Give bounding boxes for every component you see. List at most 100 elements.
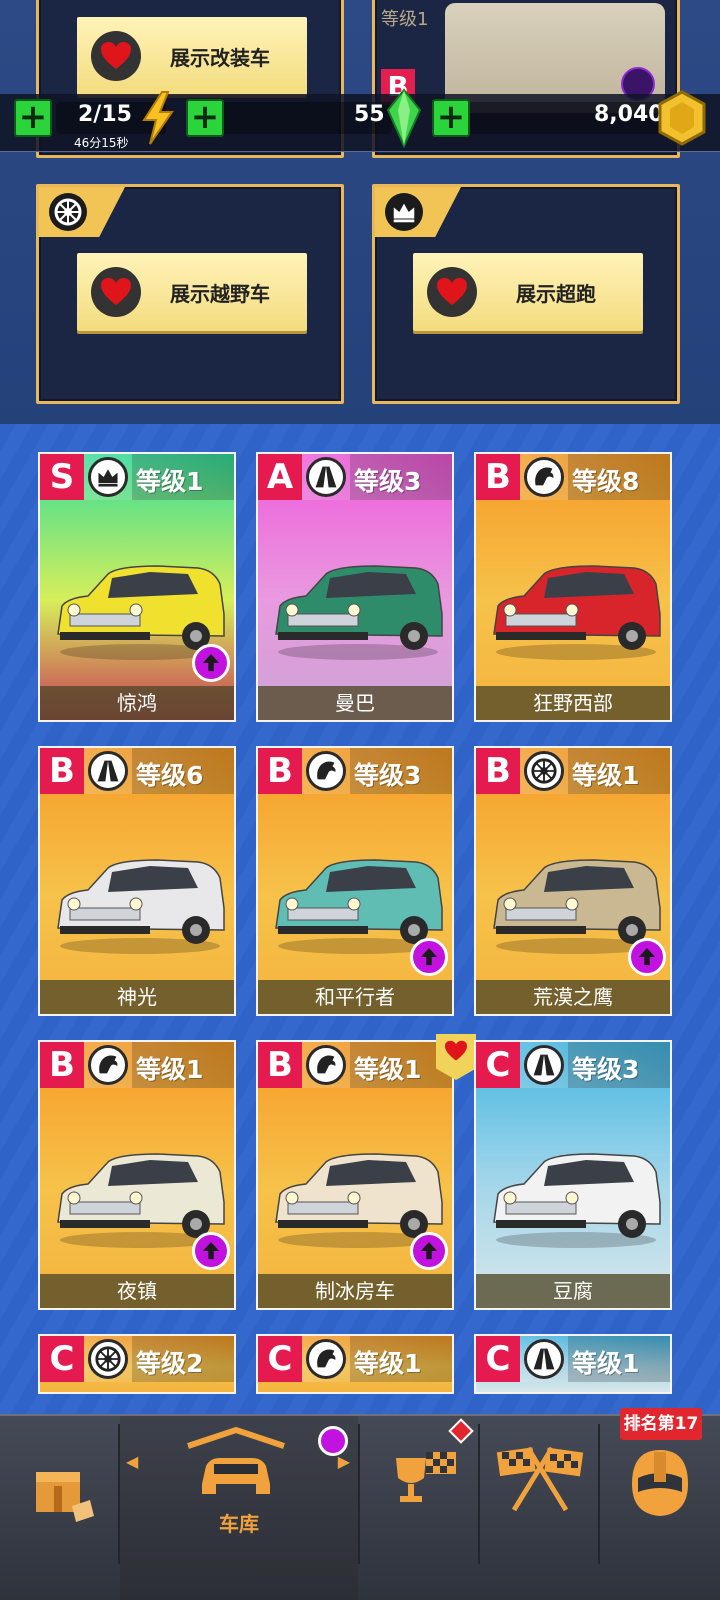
car-name: 狂野西部 <box>476 686 670 720</box>
car-card[interactable]: S 等级1 惊鸿 <box>38 452 236 722</box>
car-card[interactable]: C 等级3 豆腐 <box>474 1040 672 1310</box>
car-name: 豆腐 <box>476 1274 670 1308</box>
car-name: 惊鸿 <box>40 686 234 720</box>
car-card[interactable]: A 等级3 曼巴 <box>256 452 454 722</box>
checkered-flags-icon <box>496 1446 584 1512</box>
car-card[interactable]: B 等级6 神光 <box>38 746 236 1016</box>
energy-timer: 46分15秒 <box>74 136 129 150</box>
heart-icon <box>91 267 141 317</box>
heart-icon <box>91 31 141 81</box>
horse-icon <box>306 751 346 791</box>
class-badge: A <box>258 454 302 500</box>
nav-profile[interactable] <box>600 1416 720 1600</box>
add-energy-button[interactable]: + <box>14 99 52 137</box>
resource-bar: + 2/15 46分15秒 + 55 + 8,040 <box>0 88 720 152</box>
car-grid: S 等级1 惊鸿 A 等级3 曼巴 B 等级8 狂野西部 B 等级6 神光 B 等级3 和平行者 B 等级1 荒漠… <box>0 424 720 1424</box>
car-name: 神光 <box>40 980 234 1014</box>
car-card[interactable]: C 等级1 <box>256 1334 454 1394</box>
horse-icon <box>306 1339 346 1379</box>
car-name: 和平行者 <box>258 980 452 1014</box>
upgrade-icon <box>192 1232 230 1270</box>
car-image <box>57 859 225 954</box>
road-icon <box>88 751 128 791</box>
show-supercar-button[interactable]: 展示超跑 <box>413 253 643 331</box>
coins-value: 8,040 <box>594 102 664 127</box>
showcase-category-badge <box>39 187 125 237</box>
car-level: 等级1 <box>136 1055 204 1084</box>
class-badge: C <box>40 1336 84 1382</box>
car-name: 制冰房车 <box>258 1274 452 1308</box>
car-level: 等级1 <box>354 1055 422 1084</box>
upgrade-icon <box>410 938 448 976</box>
energy-value: 2/15 <box>78 102 132 127</box>
showcase-category-badge <box>375 187 461 237</box>
helmet-icon <box>632 1450 688 1516</box>
nav-garage[interactable]: ◀ ▶ 车库 <box>120 1416 358 1600</box>
class-badge: B <box>258 1042 302 1088</box>
class-badge: B <box>476 454 520 500</box>
showcase-area: 展示改装车 等级1 B 展示越野车 展示超跑 <box>0 0 720 424</box>
car-image <box>493 1153 661 1248</box>
chevron-left-icon[interactable]: ◀ <box>126 1452 138 1471</box>
car-image <box>275 565 443 660</box>
show-modified-car-button[interactable]: 展示改装车 <box>77 17 307 95</box>
horse-icon <box>306 1045 346 1085</box>
wheel-icon <box>524 751 564 791</box>
show-modified-car-label: 展示改装车 <box>170 45 270 70</box>
car-card[interactable]: B 等级1 荒漠之鹰 <box>474 746 672 1016</box>
add-gems-button[interactable]: + <box>186 99 224 137</box>
car-level: 等级3 <box>572 1055 640 1084</box>
nav-race[interactable] <box>480 1416 598 1600</box>
car-card[interactable]: B 等级3 和平行者 <box>256 746 454 1016</box>
show-offroad-label: 展示越野车 <box>170 281 270 306</box>
class-badge: C <box>258 1336 302 1382</box>
car-card[interactable]: C 等级1 <box>474 1334 672 1394</box>
car-level: 等级2 <box>136 1349 204 1378</box>
car-level: 等级1 <box>354 1349 422 1378</box>
car-level: 等级1 <box>572 761 640 790</box>
car-name: 荒漠之鹰 <box>476 980 670 1014</box>
upgrade-icon <box>628 938 666 976</box>
lightning-icon <box>142 91 174 145</box>
car-card[interactable]: B 等级8 狂野西部 <box>474 452 672 722</box>
car-card[interactable]: C 等级2 <box>38 1334 236 1394</box>
coin-icon <box>658 90 706 146</box>
garage-label: 车库 <box>219 1512 259 1536</box>
chevron-right-icon[interactable]: ▶ <box>338 1452 350 1471</box>
showcase-level-text: 等级1 <box>381 9 429 30</box>
road-icon <box>524 1339 564 1379</box>
upgrade-icon <box>192 644 230 682</box>
car-level: 等级1 <box>572 1349 640 1378</box>
gem-icon <box>386 88 422 148</box>
nav-shop[interactable] <box>0 1416 118 1600</box>
car-card[interactable]: B 等级1 制冰房车 <box>256 1040 454 1310</box>
class-badge: B <box>40 1042 84 1088</box>
add-coins-button[interactable]: + <box>432 99 470 137</box>
car-level: 等级3 <box>354 467 422 496</box>
nav-events[interactable] <box>360 1416 478 1600</box>
car-card[interactable]: B 等级1 夜镇 <box>38 1040 236 1310</box>
crown-icon <box>385 193 423 231</box>
car-level: 等级8 <box>572 467 640 496</box>
wheel-icon <box>88 1339 128 1379</box>
road-icon <box>524 1045 564 1085</box>
car-level: 等级3 <box>354 761 422 790</box>
car-level: 等级1 <box>136 467 204 496</box>
class-badge: S <box>40 454 84 500</box>
wheel-icon <box>49 193 87 231</box>
car-name: 曼巴 <box>258 686 452 720</box>
rank-badge: 排名第17 <box>620 1408 702 1440</box>
showcase-supercar-slot[interactable]: 展示超跑 <box>372 184 680 404</box>
garage-car-icon <box>187 1426 285 1494</box>
show-offroad-button[interactable]: 展示越野车 <box>77 253 307 331</box>
road-icon <box>306 457 346 497</box>
showcase-offroad-slot[interactable]: 展示越野车 <box>36 184 344 404</box>
class-badge: B <box>476 748 520 794</box>
upgrade-icon <box>410 1232 448 1270</box>
bottom-navigation: ◀ ▶ 车库 排名第17 <box>0 1408 720 1600</box>
class-badge: B <box>258 748 302 794</box>
horse-icon <box>88 1045 128 1085</box>
gems-value: 55 <box>354 102 385 127</box>
show-supercar-label: 展示超跑 <box>516 281 596 306</box>
heart-icon <box>427 267 477 317</box>
